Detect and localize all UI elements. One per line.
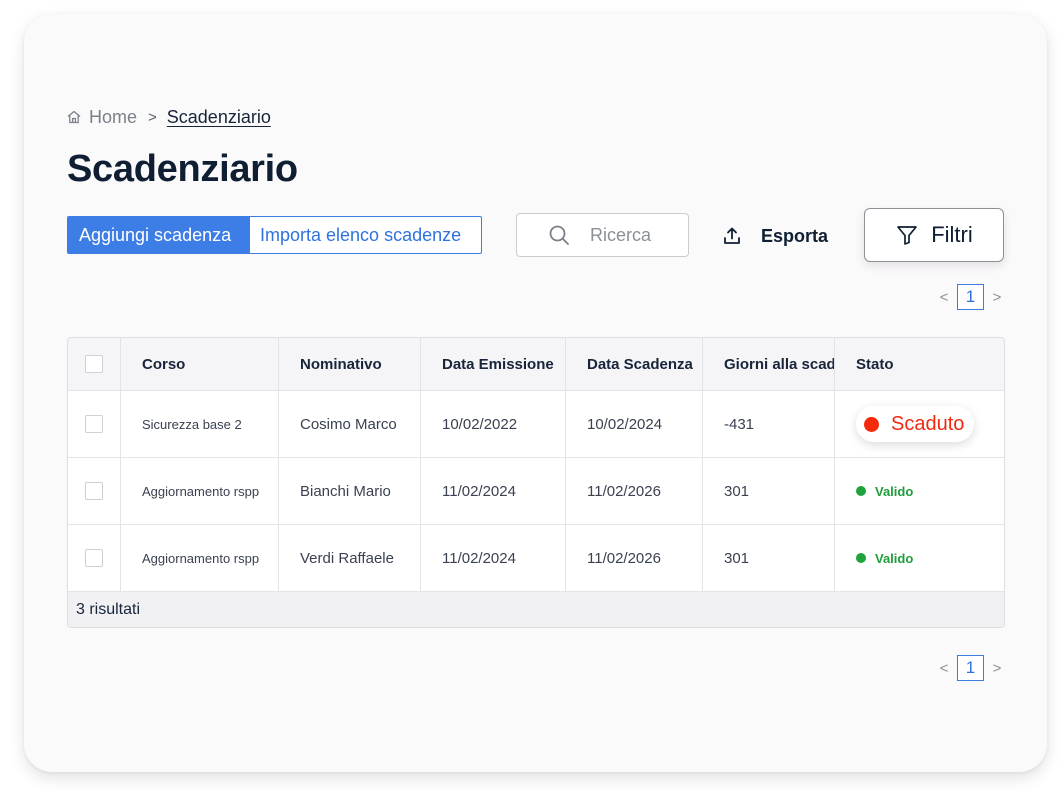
export-button[interactable]: Esporta [722, 222, 828, 250]
row-select-cell [68, 391, 121, 457]
next-page-button[interactable]: > [990, 660, 1004, 677]
row-checkbox[interactable] [85, 482, 103, 500]
column-header-data-emissione[interactable]: Data Emissione [421, 338, 566, 390]
column-header-stato[interactable]: Stato [835, 338, 1004, 390]
home-icon[interactable] [66, 109, 82, 125]
cell-data-scadenza: 11/02/2026 [566, 458, 703, 524]
cell-stato: Scaduto [835, 391, 1004, 457]
cell-data-scadenza: 11/02/2026 [566, 525, 703, 591]
status-label: Scaduto [891, 412, 965, 435]
select-all-cell [68, 338, 121, 390]
upload-icon [722, 226, 742, 246]
cell-data-emissione: 10/02/2022 [421, 391, 566, 457]
page-number[interactable]: 1 [957, 284, 984, 310]
column-header-nominativo[interactable]: Nominativo [279, 338, 421, 390]
table-row[interactable]: Sicurezza base 2 Cosimo Marco 10/02/2022… [68, 391, 1004, 458]
status-badge-valid: Valido [856, 551, 913, 566]
export-label: Esporta [761, 225, 829, 246]
row-checkbox[interactable] [85, 415, 103, 433]
cell-nominativo: Cosimo Marco [279, 391, 421, 457]
cell-data-emissione: 11/02/2024 [421, 525, 566, 591]
results-count: 3 risultati [68, 592, 1004, 627]
cell-data-scadenza: 10/02/2024 [566, 391, 703, 457]
cell-nominativo: Verdi Raffaele [279, 525, 421, 591]
column-header-data-scadenza[interactable]: Data Scadenza [566, 338, 703, 390]
cell-corso: Aggiornamento rspp [121, 458, 279, 524]
filters-label: Filtri [931, 222, 973, 247]
search-box[interactable] [516, 213, 690, 257]
cell-giorni: -431 [703, 391, 835, 457]
status-dot [856, 486, 866, 496]
column-header-giorni[interactable]: Giorni alla scadenza [703, 338, 835, 390]
status-label: Valido [875, 550, 914, 566]
table-row[interactable]: Aggiornamento rspp Verdi Raffaele 11/02/… [68, 525, 1004, 592]
pagination-bottom: < 1 > [937, 655, 1004, 681]
cell-corso: Aggiornamento rspp [121, 525, 279, 591]
next-page-button[interactable]: > [990, 289, 1004, 306]
cell-stato: Valido [835, 458, 1004, 524]
search-icon [548, 224, 570, 246]
page-number[interactable]: 1 [957, 655, 984, 681]
cell-data-emissione: 11/02/2024 [421, 458, 566, 524]
filters-button[interactable]: Filtri [864, 208, 1004, 262]
search-input[interactable] [590, 224, 690, 246]
page-title: Scadenziario [67, 148, 298, 190]
status-dot [864, 416, 879, 432]
prev-page-button[interactable]: < [937, 660, 951, 677]
add-deadline-button[interactable]: Aggiungi scadenza [68, 217, 249, 253]
table-row[interactable]: Aggiornamento rspp Bianchi Mario 11/02/2… [68, 458, 1004, 525]
breadcrumb-home[interactable]: Home [89, 107, 137, 128]
cell-stato: Valido [835, 525, 1004, 591]
pagination-top: < 1 > [937, 284, 1004, 310]
status-label: Valido [875, 483, 914, 499]
status-badge-expired: Scaduto [856, 406, 975, 442]
cell-giorni: 301 [703, 458, 835, 524]
breadcrumb: Home > Scadenziario [66, 106, 271, 128]
deadlines-table: Corso Nominativo Data Emissione Data Sca… [67, 337, 1005, 628]
import-deadlines-button[interactable]: Importa elenco scadenze [249, 217, 481, 253]
cell-giorni: 301 [703, 525, 835, 591]
column-header-corso[interactable]: Corso [121, 338, 279, 390]
row-checkbox[interactable] [85, 549, 103, 567]
select-all-checkbox[interactable] [85, 355, 103, 373]
filter-icon [895, 223, 919, 247]
action-button-group: Aggiungi scadenza Importa elenco scadenz… [67, 216, 482, 254]
cell-nominativo: Bianchi Mario [279, 458, 421, 524]
row-select-cell [68, 525, 121, 591]
cell-corso: Sicurezza base 2 [121, 391, 279, 457]
row-select-cell [68, 458, 121, 524]
breadcrumb-current[interactable]: Scadenziario [167, 107, 271, 128]
prev-page-button[interactable]: < [937, 289, 951, 306]
status-dot [856, 553, 866, 563]
breadcrumb-separator: > [148, 108, 157, 126]
table-header-row: Corso Nominativo Data Emissione Data Sca… [68, 338, 1004, 391]
status-badge-valid: Valido [856, 484, 913, 499]
